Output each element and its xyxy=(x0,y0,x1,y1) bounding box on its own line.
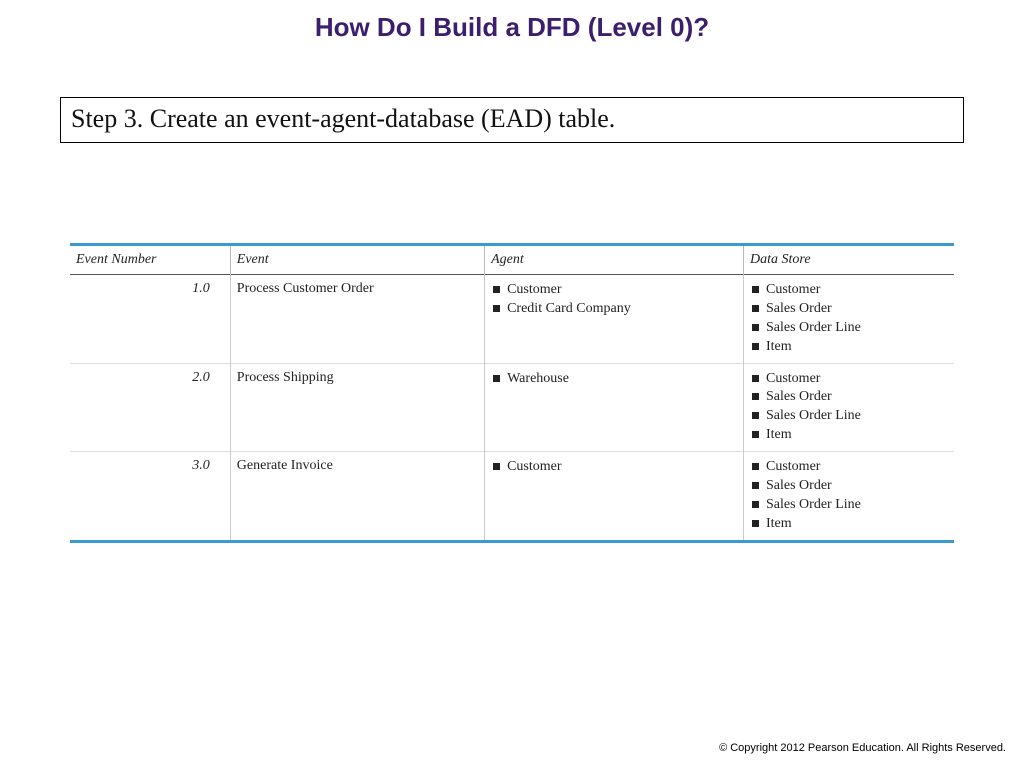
list-item: Customer xyxy=(491,458,733,477)
list-item: Warehouse xyxy=(491,370,733,389)
list-item: Item xyxy=(750,426,944,445)
list-item: Sales Order Line xyxy=(750,319,944,338)
list-item: Item xyxy=(750,515,944,534)
cell-agent: CustomerCredit Card Company xyxy=(485,275,744,364)
cell-agent: Warehouse xyxy=(485,363,744,452)
list-item: Sales Order Line xyxy=(750,496,944,515)
col-event: Event xyxy=(230,245,484,275)
col-event-number: Event Number xyxy=(70,245,230,275)
list-item: Sales Order xyxy=(750,300,944,319)
step-heading: Step 3. Create an event-agent-database (… xyxy=(60,97,964,143)
table-row: 3.0Generate InvoiceCustomerCustomerSales… xyxy=(70,452,954,542)
ead-table-container: Event Number Event Agent Data Store 1.0P… xyxy=(70,243,954,543)
col-agent: Agent xyxy=(485,245,744,275)
list-item: Item xyxy=(750,338,944,357)
table-body: 1.0Process Customer OrderCustomerCredit … xyxy=(70,275,954,542)
table-header-row: Event Number Event Agent Data Store xyxy=(70,245,954,275)
cell-data-store: CustomerSales OrderSales Order LineItem xyxy=(744,452,955,542)
cell-event: Generate Invoice xyxy=(230,452,484,542)
copyright-notice: © Copyright 2012 Pearson Education. All … xyxy=(719,742,1006,754)
list-item: Customer xyxy=(750,281,944,300)
col-data-store: Data Store xyxy=(744,245,955,275)
list-item: Customer xyxy=(750,370,944,389)
list-item: Sales Order xyxy=(750,388,944,407)
list-item: Sales Order xyxy=(750,477,944,496)
cell-event: Process Shipping xyxy=(230,363,484,452)
list-item: Sales Order Line xyxy=(750,407,944,426)
cell-event: Process Customer Order xyxy=(230,275,484,364)
list-item: Customer xyxy=(491,281,733,300)
list-item: Credit Card Company xyxy=(491,300,733,319)
table-row: 2.0Process ShippingWarehouseCustomerSale… xyxy=(70,363,954,452)
list-item: Customer xyxy=(750,458,944,477)
cell-event-number: 3.0 xyxy=(70,452,230,542)
cell-event-number: 1.0 xyxy=(70,275,230,364)
cell-event-number: 2.0 xyxy=(70,363,230,452)
table-row: 1.0Process Customer OrderCustomerCredit … xyxy=(70,275,954,364)
cell-agent: Customer xyxy=(485,452,744,542)
cell-data-store: CustomerSales OrderSales Order LineItem xyxy=(744,275,955,364)
ead-table: Event Number Event Agent Data Store 1.0P… xyxy=(70,243,954,543)
cell-data-store: CustomerSales OrderSales Order LineItem xyxy=(744,363,955,452)
page-title: How Do I Build a DFD (Level 0)? xyxy=(0,0,1024,43)
